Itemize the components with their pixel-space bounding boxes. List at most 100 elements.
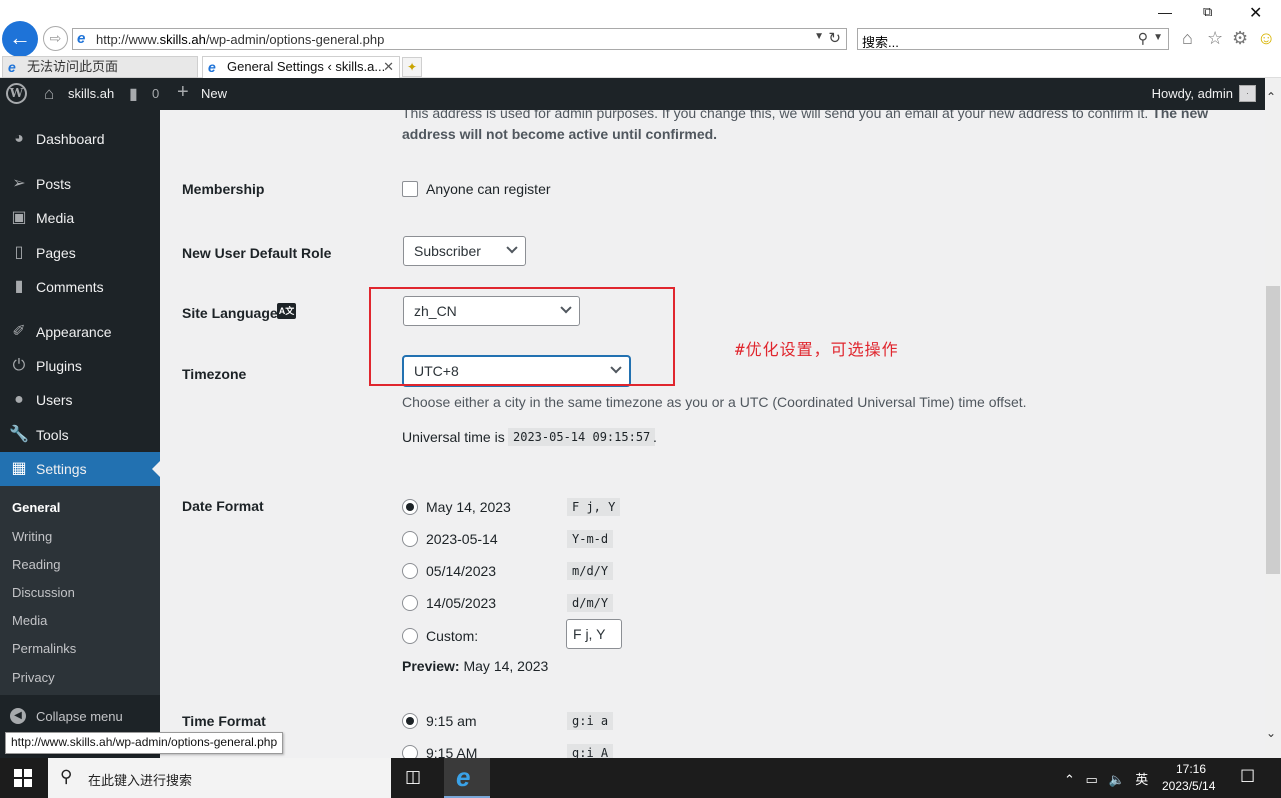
date-format-radio[interactable]: [402, 595, 418, 611]
collapse-menu-icon[interactable]: ◀: [10, 708, 26, 724]
date-format-option-label[interactable]: 2023-05-14: [426, 531, 498, 547]
howdy-user-link[interactable]: Howdy, admin: [1152, 86, 1233, 101]
sidebar-item-media[interactable]: ▣ Media: [0, 201, 160, 235]
home-icon[interactable]: ⌂: [1182, 28, 1193, 49]
submenu-discussion[interactable]: Discussion: [12, 585, 75, 600]
sidebar-item-settings[interactable]: ▦ Settings: [0, 452, 160, 486]
time-format-radio[interactable]: [402, 713, 418, 729]
sidebar-item-plugins[interactable]: ⏻ Plugins: [0, 349, 160, 383]
sidebar-item-comments[interactable]: ▮ Comments: [0, 270, 160, 304]
forward-button[interactable]: ⇨: [43, 26, 68, 51]
date-format-radio[interactable]: [402, 499, 418, 515]
date-format-radio[interactable]: [402, 531, 418, 547]
plus-icon[interactable]: +: [177, 81, 189, 104]
chevron-up-icon[interactable]: ⌃: [1064, 772, 1075, 787]
sidebar-item-label: Pages: [36, 245, 76, 261]
sidebar-item-label: Tools: [36, 427, 69, 443]
address-bar[interactable]: e http://www.skills.ah/wp-admin/options-…: [72, 28, 847, 50]
url-path: /wp-admin/options-general.php: [205, 32, 385, 47]
submenu-general[interactable]: General: [12, 500, 60, 515]
submenu-permalinks[interactable]: Permalinks: [12, 641, 76, 656]
clock-time[interactable]: 17:16: [1176, 762, 1206, 776]
address-url[interactable]: http://www.skills.ah/wp-admin/options-ge…: [96, 32, 384, 47]
comment-bubble-icon[interactable]: ▮: [129, 84, 138, 104]
collapse-menu-button[interactable]: Collapse menu: [36, 709, 123, 724]
url-prefix: http://www.: [96, 32, 160, 47]
anyone-can-register-label[interactable]: Anyone can register: [426, 181, 551, 197]
email-desc-bold: The new: [1152, 110, 1209, 121]
sidebar-item-dashboard[interactable]: ◕ Dashboard: [0, 122, 160, 156]
scrollbar-thumb[interactable]: [1266, 286, 1280, 574]
page-scrollbar[interactable]: ⌃ ⌄: [1265, 78, 1281, 758]
url-host: skills.ah: [159, 32, 206, 47]
refresh-icon[interactable]: ↻: [828, 29, 841, 47]
annotation-highlight-box: [369, 287, 675, 386]
ime-indicator[interactable]: 英: [1135, 772, 1148, 787]
start-logo-pane: [14, 769, 22, 777]
new-content-link[interactable]: New: [201, 86, 227, 101]
time-format-option-label[interactable]: 9:15 am: [426, 713, 477, 729]
date-format-option-label[interactable]: 14/05/2023: [426, 595, 496, 611]
time-format-radio[interactable]: [402, 745, 418, 758]
sidebar-item-posts[interactable]: ➢ Posts: [0, 167, 160, 201]
sidebar-item-label: Dashboard: [36, 131, 105, 147]
tab-close-icon[interactable]: ✕: [383, 57, 394, 77]
search-dropdown-icon[interactable]: ▼: [1153, 32, 1163, 43]
email-desc-text: This address is used for admin purposes.…: [402, 110, 1149, 121]
browser-search-box[interactable]: 搜索... ⚲ ▼: [857, 28, 1169, 50]
network-icon[interactable]: ▭: [1086, 772, 1098, 787]
timezone-description: Choose either a city in the same timezon…: [402, 394, 1027, 410]
gear-icon[interactable]: ⚙: [1232, 28, 1248, 49]
email-description: This address is used for admin purposes.…: [402, 110, 1242, 145]
submenu-media[interactable]: Media: [12, 613, 47, 628]
date-format-custom-radio[interactable]: [402, 628, 418, 644]
date-format-option-label[interactable]: 05/14/2023: [426, 563, 496, 579]
close-icon[interactable]: ✕: [1249, 3, 1262, 23]
system-tray: ⌃ ▭ 🔈 英: [1064, 769, 1155, 788]
sidebar-item-tools[interactable]: 🔧 Tools: [0, 418, 160, 452]
sidebar-item-appearance[interactable]: ✐ Appearance: [0, 315, 160, 349]
search-icon[interactable]: ⚲: [1138, 30, 1148, 47]
date-format-custom-label[interactable]: Custom:: [426, 628, 478, 644]
tab-cannot-reach-page[interactable]: e 无法访问此页面: [2, 56, 198, 78]
ie-page-icon: e: [8, 59, 16, 75]
submenu-writing[interactable]: Writing: [12, 529, 52, 544]
favorites-star-icon[interactable]: ☆: [1207, 28, 1223, 49]
date-format-custom-input[interactable]: F j, Y: [566, 619, 622, 649]
task-view-icon[interactable]: ◫: [405, 767, 421, 787]
anyone-can-register-checkbox[interactable]: [402, 181, 418, 197]
date-format-radio[interactable]: [402, 563, 418, 579]
comment-count[interactable]: 0: [152, 86, 159, 101]
settings-content: This address is used for admin purposes.…: [160, 110, 1265, 758]
back-button[interactable]: ←: [2, 21, 38, 57]
plug-icon: ⏻: [12, 357, 26, 374]
submenu-privacy[interactable]: Privacy: [12, 670, 55, 685]
windows-start-icon[interactable]: [14, 769, 32, 787]
avatar[interactable]: ·: [1239, 85, 1256, 102]
comment-icon: ▮: [14, 278, 24, 295]
sidebar-item-pages[interactable]: ▯ Pages: [0, 236, 160, 270]
minimize-icon[interactable]: —: [1158, 4, 1172, 20]
time-format-option-label[interactable]: 9:15 AM: [426, 745, 477, 758]
scroll-up-icon[interactable]: ⌃: [1266, 90, 1276, 104]
scroll-down-icon[interactable]: ⌄: [1266, 726, 1276, 740]
address-dropdown-icon[interactable]: ▼: [814, 31, 824, 42]
date-format-option-label[interactable]: May 14, 2023: [426, 499, 511, 515]
new-tab-button[interactable]: ✦: [402, 57, 422, 77]
default-role-select[interactable]: Subscriber: [403, 236, 526, 266]
restore-icon[interactable]: ⧉: [1203, 4, 1212, 20]
smiley-feedback-icon[interactable]: ☺: [1257, 28, 1275, 49]
site-name-link[interactable]: skills.ah: [68, 86, 114, 101]
clock-date[interactable]: 2023/5/14: [1162, 779, 1215, 793]
taskbar-search-box[interactable]: ⚲ 在此键入进行搜索: [48, 758, 391, 798]
notification-icon[interactable]: ☐: [1240, 767, 1255, 787]
taskbar-ie-button[interactable]: e: [444, 758, 490, 798]
submenu-reading[interactable]: Reading: [12, 557, 60, 572]
date-format-code: F j, Y: [567, 498, 621, 516]
home-icon[interactable]: ⌂: [44, 84, 54, 104]
wordpress-logo-icon[interactable]: W: [6, 83, 27, 104]
volume-icon[interactable]: 🔈: [1108, 772, 1124, 787]
pages-icon: ▯: [14, 244, 24, 261]
sidebar-item-users[interactable]: ● Users: [0, 383, 160, 417]
tab-general-settings[interactable]: e General Settings ‹ skills.a... ✕: [202, 56, 400, 78]
